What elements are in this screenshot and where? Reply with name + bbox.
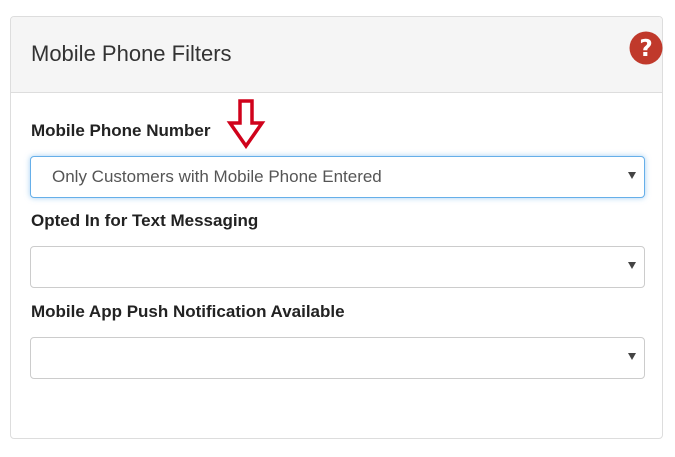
- mobile-app-push-notification-label: Mobile App Push Notification Available: [31, 302, 345, 321]
- chevron-down-icon: [628, 353, 636, 360]
- panel-title: Mobile Phone Filters: [31, 41, 232, 66]
- mobile-phone-number-selected-value: Only Customers with Mobile Phone Entered: [52, 167, 382, 186]
- panel-header: Mobile Phone Filters ?: [11, 17, 663, 93]
- opted-in-text-messaging-label: Opted In for Text Messaging: [31, 211, 259, 230]
- chevron-down-icon: [628, 172, 636, 179]
- mobile-phone-number-label: Mobile Phone Number: [31, 121, 211, 140]
- opted-in-text-messaging-select[interactable]: [30, 246, 645, 288]
- question-circle-icon[interactable]: ?: [629, 31, 663, 65]
- mobile-app-push-notification-select[interactable]: [30, 337, 645, 379]
- mobile-phone-filters-panel: Mobile Phone Filters ? Mobile Phone Numb…: [10, 16, 663, 439]
- down-arrow-icon: [226, 99, 266, 150]
- chevron-down-icon: [628, 262, 636, 269]
- svg-text:?: ?: [639, 36, 652, 62]
- mobile-phone-number-select[interactable]: Only Customers with Mobile Phone Entered: [30, 156, 645, 198]
